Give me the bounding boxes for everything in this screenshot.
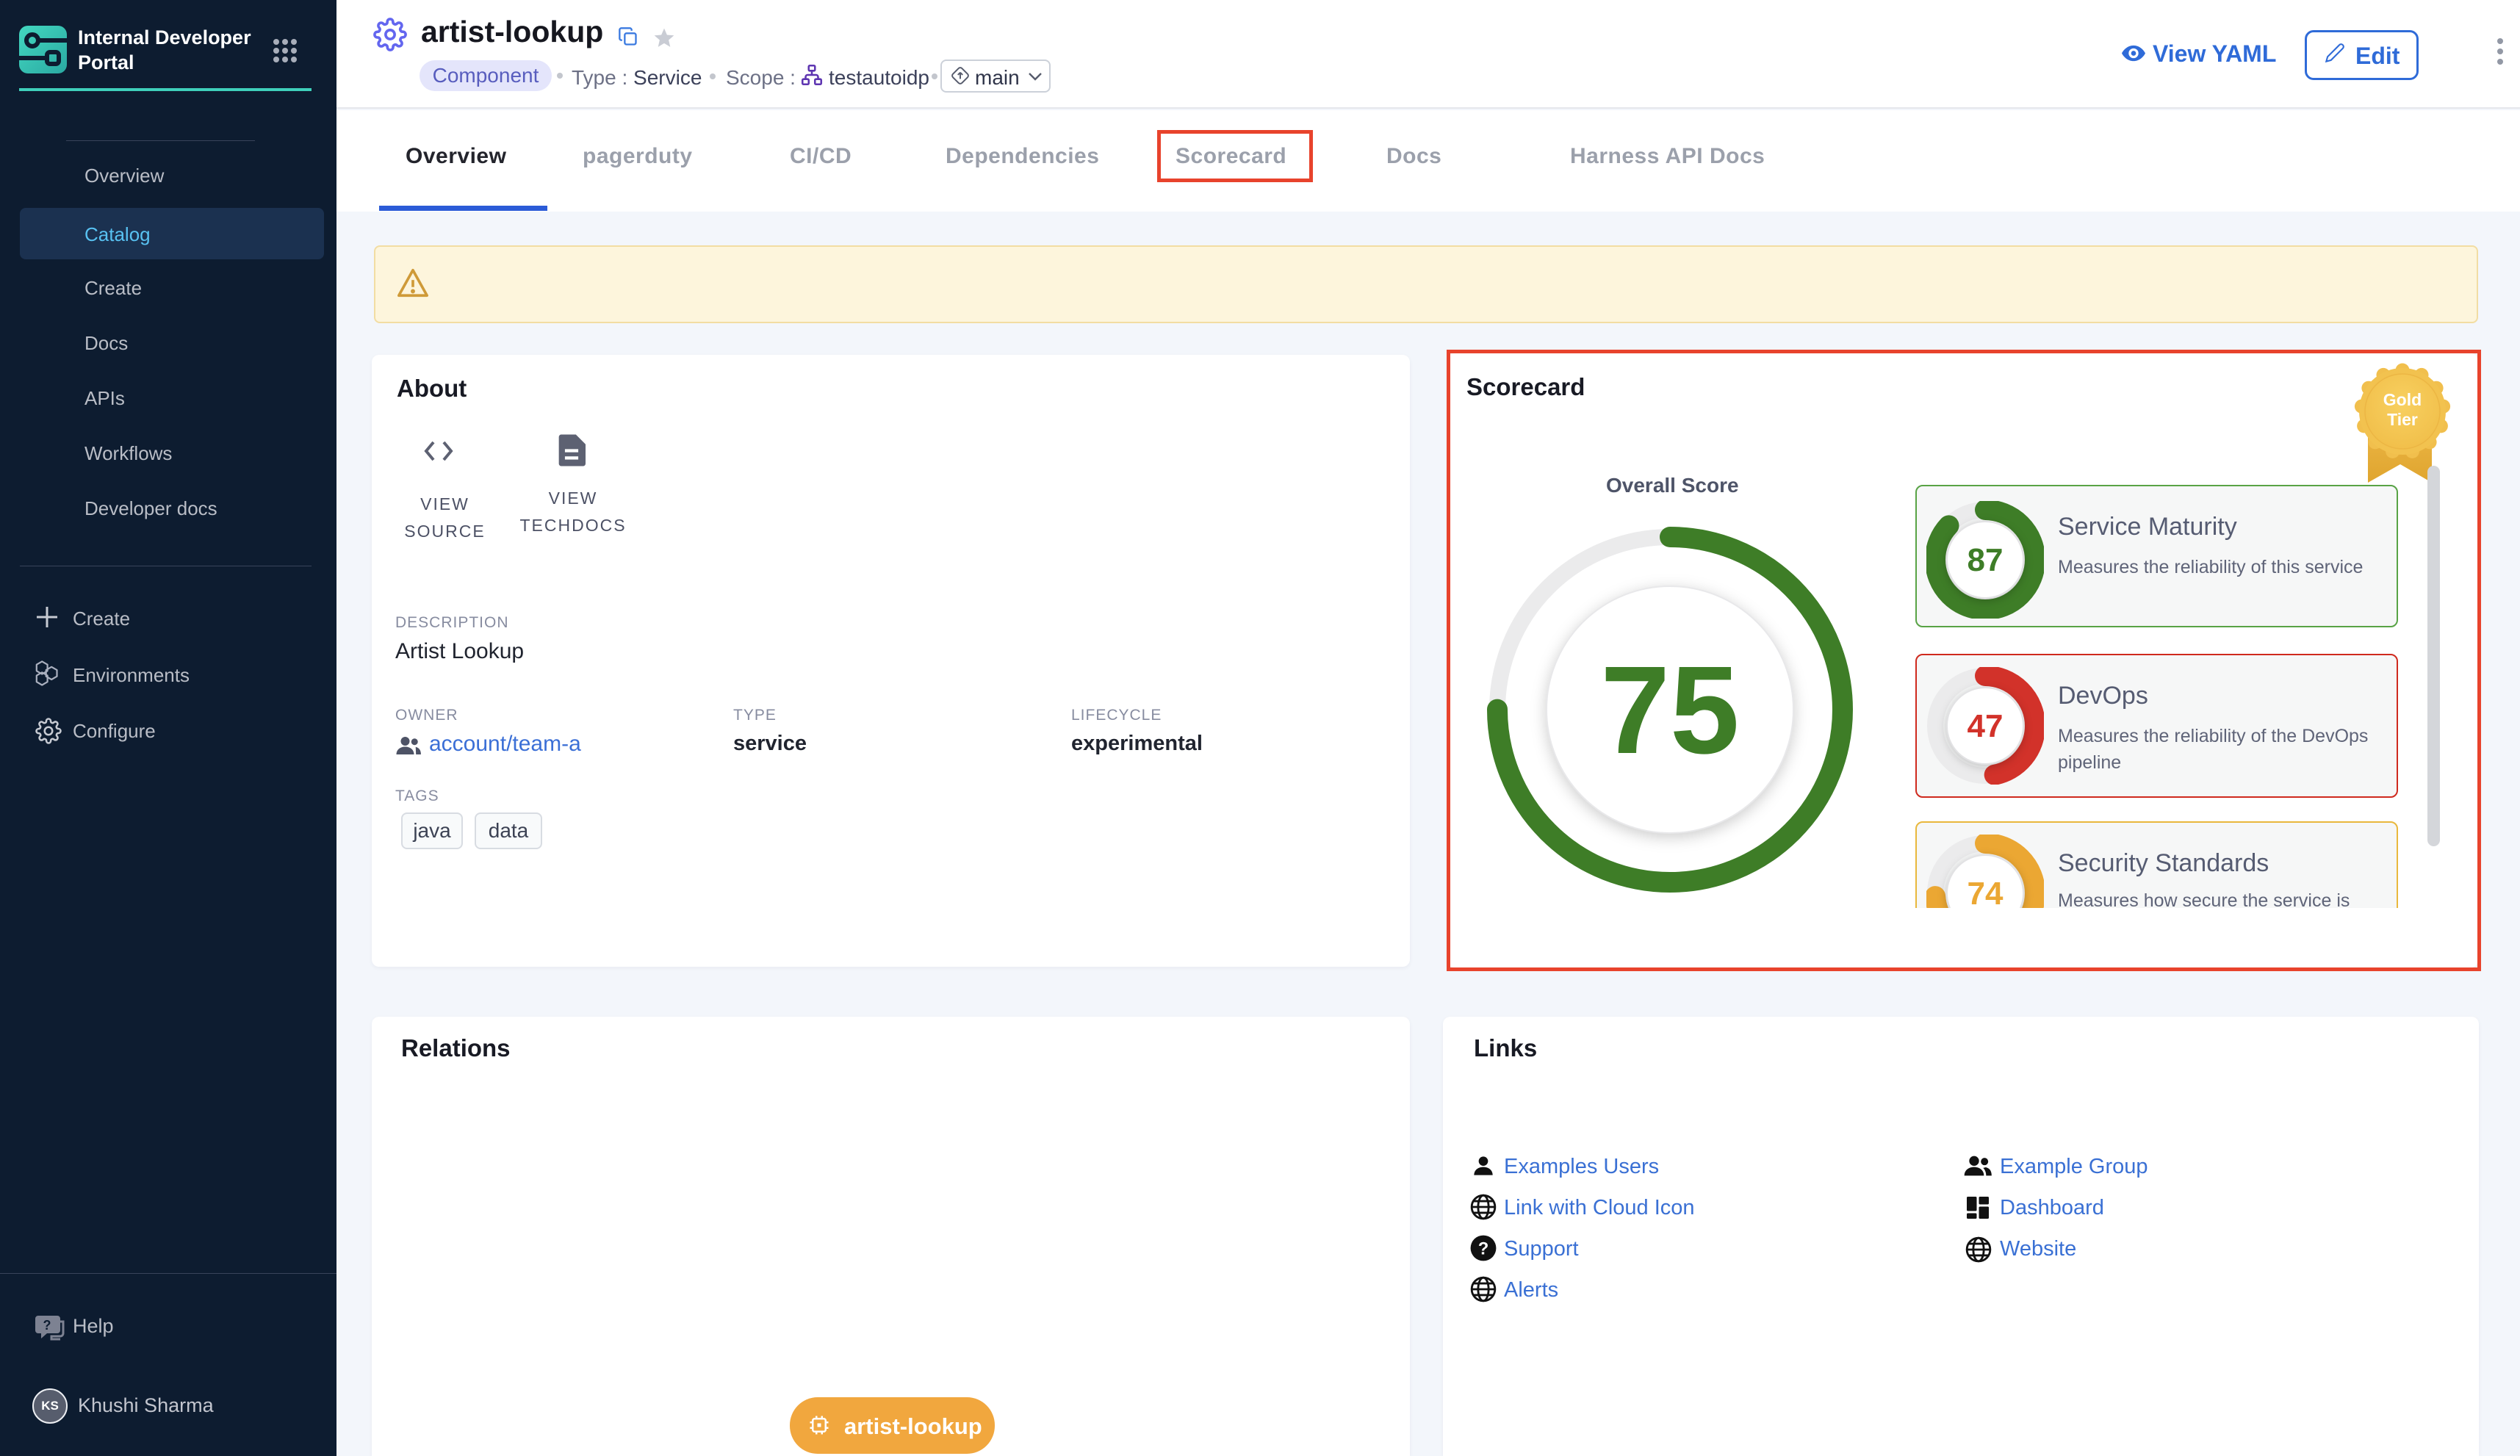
svg-text:47: 47 [1968,708,2004,744]
svg-text:75: 75 [1600,641,1739,780]
svg-text:?: ? [1478,1239,1489,1259]
svg-text:?: ? [43,1318,51,1333]
svg-text:Tier: Tier [2387,410,2418,429]
svg-text:74: 74 [1968,876,2004,908]
svg-text:87: 87 [1968,542,2004,578]
svg-text:Gold: Gold [2383,390,2422,409]
